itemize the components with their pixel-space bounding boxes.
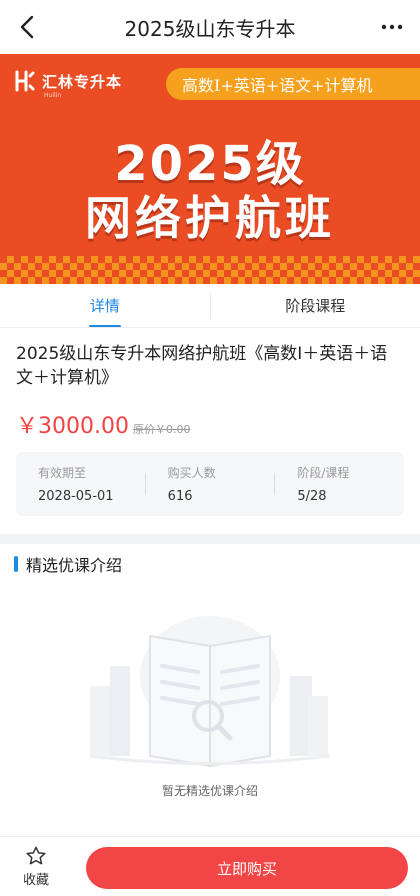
brand-name: 汇林专升本	[42, 72, 123, 91]
brand-logo: 汇林专升本	[14, 70, 122, 92]
stat-label: 有效期至	[38, 466, 87, 480]
favorite-label: 收藏	[22, 873, 49, 888]
stat-label: 阶段/课程	[297, 466, 350, 480]
stat-value: 616	[167, 489, 193, 504]
chevron-left-icon	[20, 15, 34, 39]
tab-details[interactable]: 详情	[0, 284, 210, 327]
page-title: 2025级山东专升本	[124, 16, 296, 41]
section-accent-bar	[14, 556, 18, 572]
price-row: ￥3000.00 原价￥0.00	[16, 408, 404, 440]
brand-subtitle: Huilin	[44, 92, 62, 99]
empty-book-illustration-icon	[89, 616, 331, 768]
stat-stages-courses: 阶段/课程 5/28	[275, 464, 404, 504]
stat-value: 5/28	[297, 489, 327, 504]
buy-now-button[interactable]: 立即购买	[86, 847, 408, 889]
bottom-action-bar: 收藏 立即购买	[0, 836, 420, 896]
section-title: 精选优课介绍	[26, 556, 123, 575]
more-horizontal-icon	[381, 24, 403, 30]
course-banner: 汇林专升本 Huilin 高数Ⅰ+英语+语文+计算机 2025级 网络护航班	[0, 54, 420, 284]
stat-value: 2028-05-01	[38, 489, 114, 504]
course-info-card: 2025级山东专升本网络护航班《高数Ⅰ＋英语＋语文＋计算机》 ￥3000.00 …	[0, 328, 420, 534]
empty-state-text: 暂无精选优课介绍	[161, 784, 258, 798]
tab-stage-courses[interactable]: 阶段课程	[211, 284, 420, 327]
detail-tabs: 详情 阶段课程	[0, 284, 420, 328]
favorite-button[interactable]: 收藏	[14, 845, 58, 888]
original-price: 原价￥0.00	[132, 423, 191, 436]
banner-headline-class: 网络护航班	[85, 191, 335, 245]
stat-buyers: 购买人数 616	[146, 464, 275, 504]
banner-checker-pattern	[0, 256, 420, 284]
course-price: ￥3000.00	[16, 414, 129, 439]
back-button[interactable]	[12, 12, 42, 42]
star-outline-icon	[26, 846, 46, 865]
featured-intro-section: 精选优课介绍 暂无精选优课介绍	[0, 544, 420, 836]
top-navigation-bar: 2025级山东专升本	[0, 0, 420, 54]
course-stats: 有效期至 2028-05-01 购买人数 616 阶段/课程 5/28	[16, 452, 404, 516]
brand-logo-icon	[15, 70, 35, 92]
course-name: 2025级山东专升本网络护航班《高数Ⅰ＋英语＋语文＋计算机》	[16, 344, 388, 388]
more-options-button[interactable]	[378, 14, 406, 40]
stat-label: 购买人数	[167, 466, 216, 480]
stat-valid-until: 有效期至 2028-05-01	[16, 464, 145, 504]
section-header: 精选优课介绍	[14, 552, 122, 576]
subjects-pill: 高数Ⅰ+英语+语文+计算机	[166, 68, 420, 100]
